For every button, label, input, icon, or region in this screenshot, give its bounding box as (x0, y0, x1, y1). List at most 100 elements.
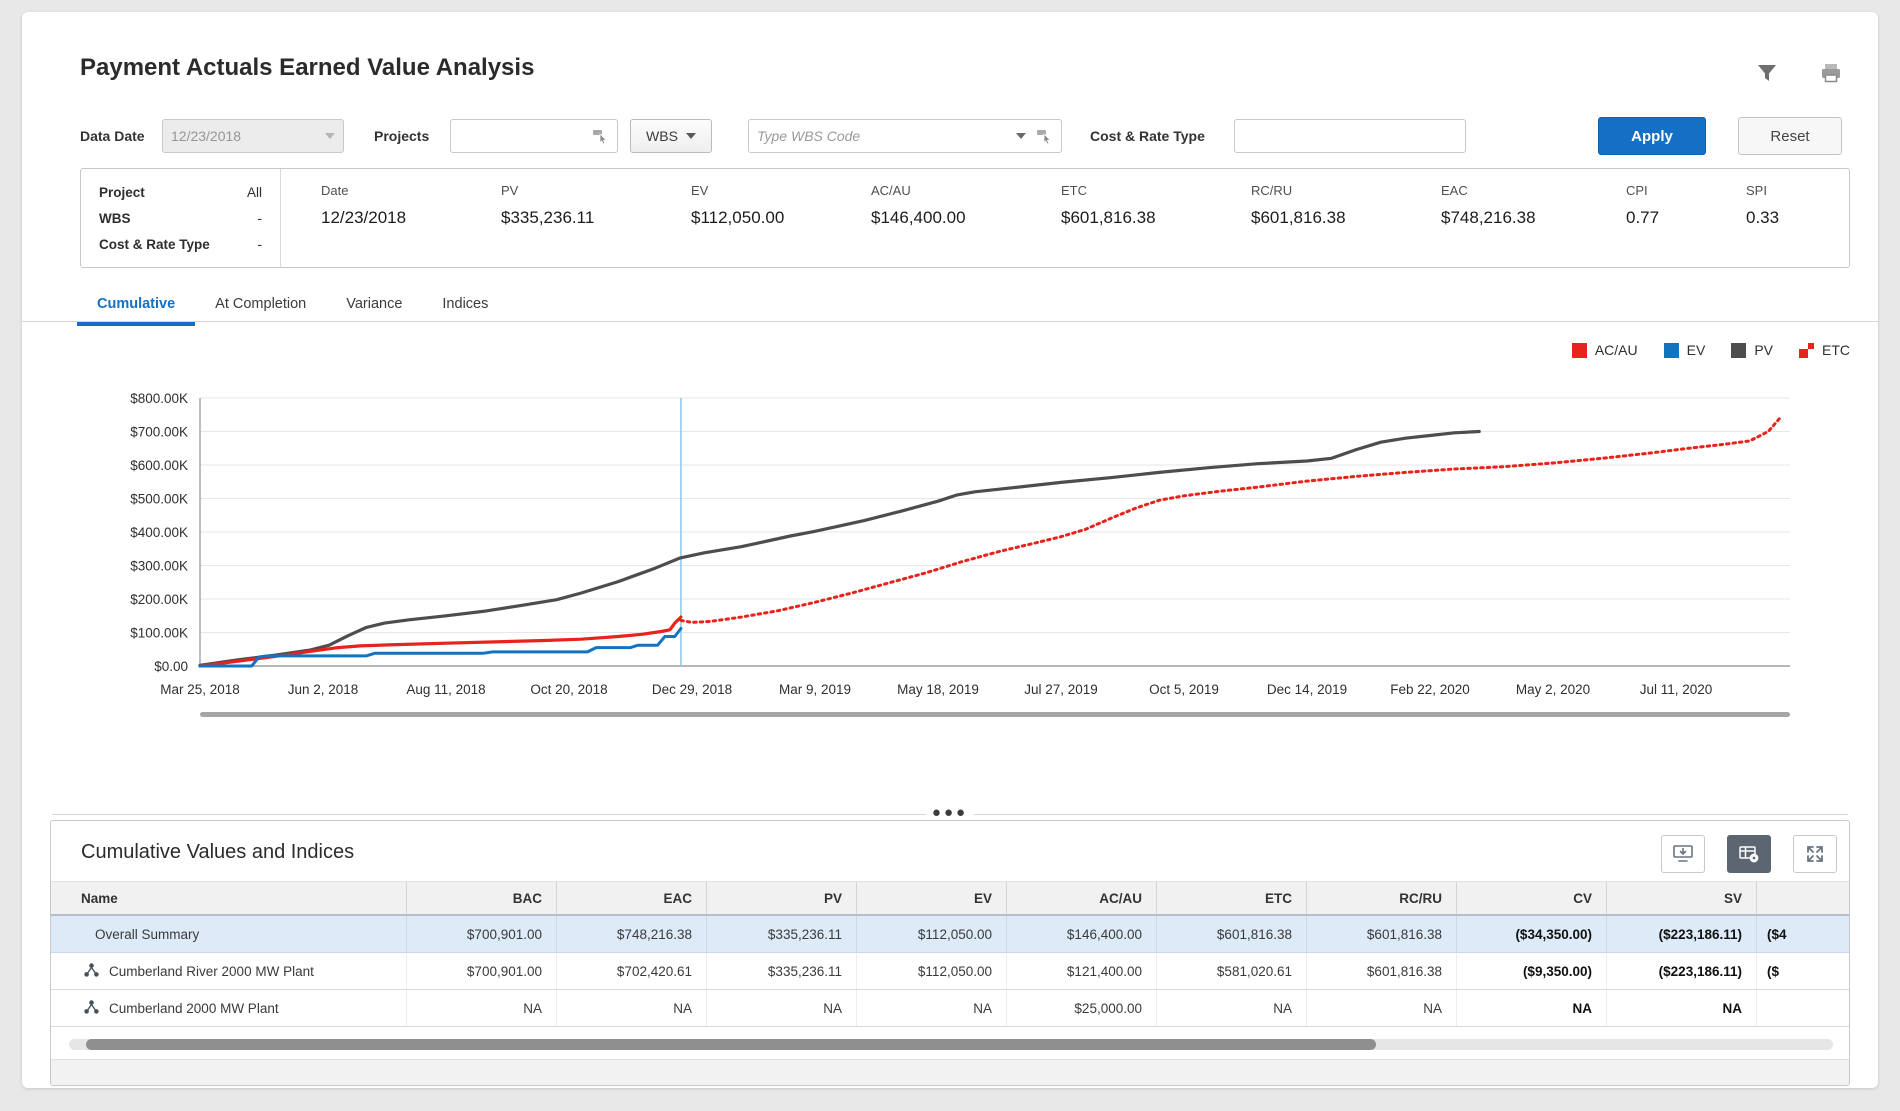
column-header-cv[interactable]: CV (1456, 882, 1606, 914)
wbs-node-icon (83, 999, 100, 1018)
summary-metric-pv: PV $335,236.11 (501, 183, 594, 228)
row-value-cell: $601,816.38 (1156, 916, 1306, 952)
row-value-cell: ($223,186.11) (1606, 953, 1756, 989)
cost-rate-type-label: Cost & Rate Type (1090, 119, 1205, 153)
metric-label: PV (501, 183, 594, 198)
row-value-cell: NA (1156, 990, 1306, 1026)
row-value-cell: $581,020.61 (1156, 953, 1306, 989)
export-view-button[interactable] (1661, 835, 1705, 873)
column-header-pv[interactable]: PV (706, 882, 856, 914)
summary-scope-row: Cost & Rate Type - (99, 231, 262, 257)
cost-rate-type-input[interactable] (1234, 119, 1466, 153)
row-value-cell: $601,816.38 (1306, 953, 1456, 989)
row-value-cell: ($9,350.00) (1456, 953, 1606, 989)
table-scrollbar-thumb[interactable] (86, 1039, 1376, 1050)
row-value-cell (1756, 990, 1850, 1026)
wbs-code-placeholder: Type WBS Code (757, 128, 860, 144)
wbs-dropdown-label: WBS (646, 128, 678, 144)
data-date-input[interactable]: 12/23/2018 (162, 119, 344, 153)
column-header-etc[interactable]: ETC (1156, 882, 1306, 914)
row-value-cell: NA (856, 990, 1006, 1026)
row-value-cell: $700,901.00 (406, 953, 556, 989)
row-value-cell: $112,050.00 (856, 916, 1006, 952)
scope-value: All (247, 185, 262, 200)
chart-series-ev (200, 629, 681, 667)
splitter-handle-icon[interactable]: ●●● (926, 804, 974, 821)
projects-label: Projects (374, 119, 429, 153)
column-header-ev[interactable]: EV (856, 882, 1006, 914)
row-value-cell: NA (406, 990, 556, 1026)
x-axis-tick-label: Jul 11, 2020 (1640, 682, 1713, 697)
filter-icon[interactable] (1754, 60, 1780, 86)
legend-item-etc: ETC (1799, 342, 1850, 358)
tab-indices[interactable]: Indices (422, 288, 508, 326)
row-value-cell: $25,000.00 (1006, 990, 1156, 1026)
table-scrollbar[interactable] (69, 1039, 1833, 1050)
x-axis-tick-label: Jul 27, 2019 (1024, 682, 1098, 697)
x-axis-tick-label: Jun 2, 2018 (288, 682, 359, 697)
column-header-bac[interactable]: BAC (406, 882, 556, 914)
summary-metric-spi: SPI 0.33 (1746, 183, 1779, 228)
header-actions (1754, 60, 1844, 86)
tab-variance[interactable]: Variance (326, 288, 422, 326)
metric-value: $146,400.00 (871, 208, 966, 228)
metric-label: CPI (1626, 183, 1659, 198)
row-value-cell: NA (556, 990, 706, 1026)
select-from-list-icon[interactable] (1036, 128, 1053, 144)
table-row[interactable]: Overall Summary$700,901.00$748,216.38$33… (51, 916, 1850, 953)
x-axis-tick-label: Feb 22, 2020 (1390, 682, 1470, 697)
apply-button[interactable]: Apply (1598, 117, 1706, 155)
print-icon[interactable] (1818, 60, 1844, 86)
row-value-cell: ($4 (1756, 916, 1850, 952)
metric-label: Date (321, 183, 406, 198)
column-header-overflow[interactable] (1756, 882, 1850, 914)
table-header-row: NameBACEACPVEVAC/AUETCRC/RUCVSV (51, 881, 1850, 916)
row-value-cell: $121,400.00 (1006, 953, 1156, 989)
column-header-acau[interactable]: AC/AU (1006, 882, 1156, 914)
tab-cumulative[interactable]: Cumulative (77, 288, 195, 326)
projects-input[interactable] (450, 119, 618, 153)
summary-panel: Project AllWBS -Cost & Rate Type - Date … (80, 168, 1850, 268)
summary-metric-acau: AC/AU $146,400.00 (871, 183, 966, 228)
metric-value: $335,236.11 (501, 208, 594, 228)
row-value-cell: NA (706, 990, 856, 1026)
table-row[interactable]: Cumberland River 2000 MW Plant$700,901.0… (51, 953, 1850, 990)
row-value-cell: ($ (1756, 953, 1850, 989)
grid-settings-button[interactable] (1727, 835, 1771, 873)
row-value-cell: $601,816.38 (1306, 916, 1456, 952)
table-row[interactable]: Cumberland 2000 MW PlantNANANANA$25,000.… (51, 990, 1850, 1027)
caret-down-icon[interactable] (1016, 133, 1026, 139)
legend-label: PV (1754, 342, 1773, 358)
metric-value: 0.33 (1746, 208, 1779, 228)
column-header-name[interactable]: Name (51, 882, 406, 914)
expand-button[interactable] (1793, 835, 1837, 873)
y-axis-tick-label: $700.00K (130, 425, 188, 440)
row-value-cell: $335,236.11 (706, 953, 856, 989)
x-axis-tick-label: Mar 25, 2018 (160, 682, 240, 697)
summary-metric-ev: EV $112,050.00 (691, 183, 784, 228)
select-from-list-icon[interactable] (592, 128, 609, 144)
column-header-eac[interactable]: EAC (556, 882, 706, 914)
caret-down-icon (686, 133, 696, 139)
legend-swatch (1572, 343, 1587, 358)
row-value-cell: $146,400.00 (1006, 916, 1156, 952)
wbs-code-input[interactable]: Type WBS Code (748, 119, 1062, 153)
app-card: Payment Actuals Earned Value Analysis Da… (22, 12, 1878, 1088)
wbs-dropdown-button[interactable]: WBS (630, 119, 712, 153)
x-axis-tick-label: Dec 14, 2019 (1267, 682, 1347, 697)
legend-label: EV (1687, 342, 1706, 358)
chart-series-acau (200, 617, 681, 666)
summary-metric-cpi: CPI 0.77 (1626, 183, 1659, 228)
metric-value: 12/23/2018 (321, 208, 406, 228)
column-header-rcru[interactable]: RC/RU (1306, 882, 1456, 914)
column-header-sv[interactable]: SV (1606, 882, 1756, 914)
tab-at-completion[interactable]: At Completion (195, 288, 326, 326)
chart-legend: AC/AU EV PV ETC (1572, 342, 1850, 358)
legend-label: AC/AU (1595, 342, 1638, 358)
y-axis-tick-label: $600.00K (130, 458, 188, 473)
reset-button[interactable]: Reset (1738, 117, 1842, 155)
chart-scrollbar[interactable] (200, 712, 1790, 717)
summary-metric-rcru: RC/RU $601,816.38 (1251, 183, 1346, 228)
page-title: Payment Actuals Earned Value Analysis (80, 54, 534, 82)
legend-item-acau: AC/AU (1572, 342, 1638, 358)
